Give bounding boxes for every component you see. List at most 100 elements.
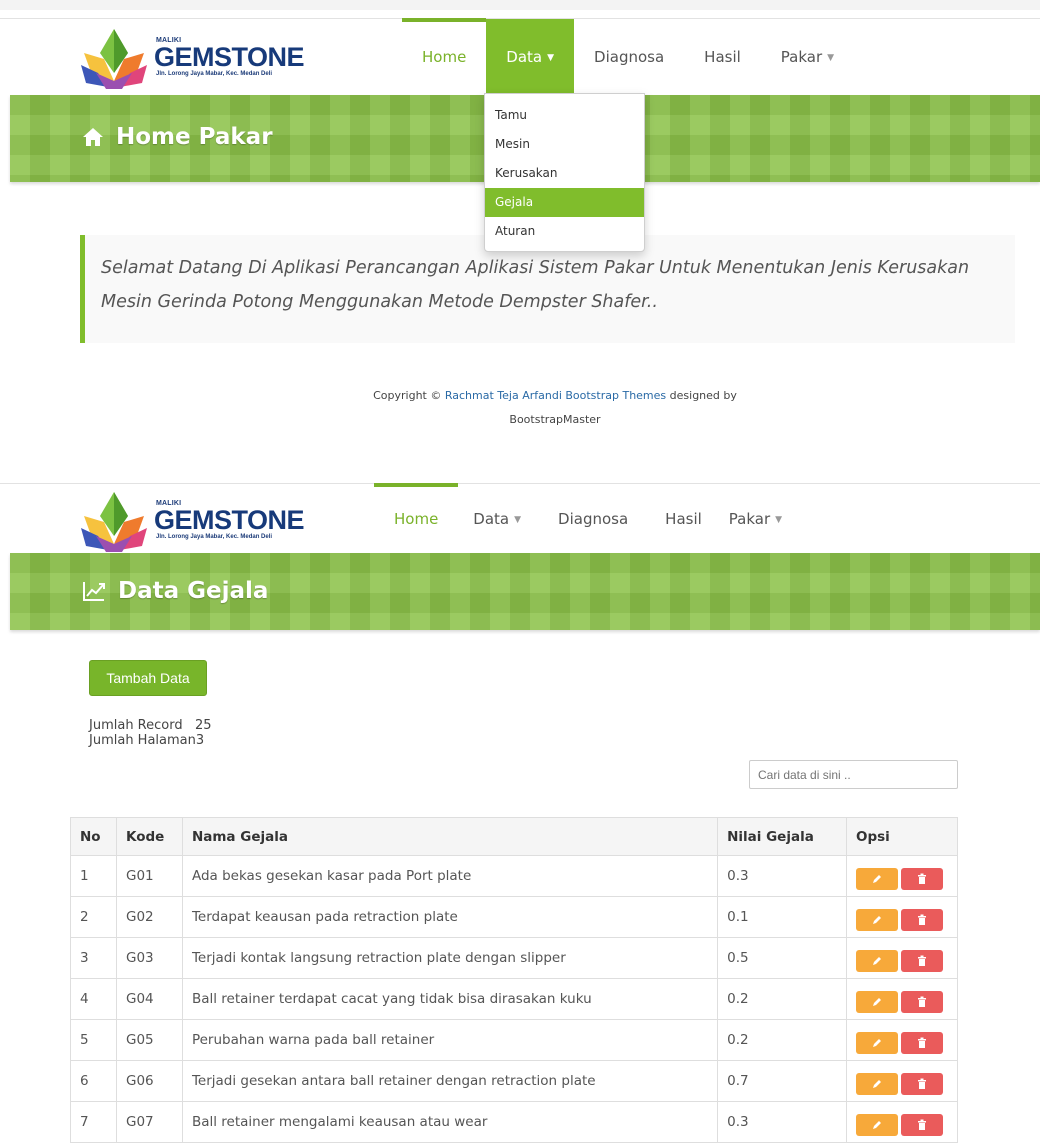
pencil-icon	[872, 957, 881, 965]
add-data-button[interactable]: Tambah Data	[89, 660, 207, 696]
welcome-text: Selamat Datang Di Aplikasi Perancangan A…	[101, 258, 970, 312]
nav-pakar-label: Pakar	[780, 47, 823, 66]
nav-home[interactable]: Home	[374, 483, 459, 553]
cell-no: 5	[70, 1019, 117, 1061]
row-actions	[855, 1067, 948, 1095]
home-icon	[83, 128, 103, 146]
trash-icon	[917, 1119, 926, 1130]
edit-button[interactable]	[855, 868, 898, 890]
edit-button[interactable]	[855, 991, 898, 1013]
cell-kode: G04	[115, 978, 183, 1020]
cell-opsi	[845, 1101, 959, 1143]
page-title-text: Home Pakar	[116, 124, 273, 150]
nav-diagnosa-label: Diagnosa	[558, 509, 629, 528]
cell-nilai: 0.1	[717, 896, 847, 938]
delete-button[interactable]	[900, 950, 943, 972]
cell-opsi	[845, 855, 959, 897]
nav-pakar[interactable]: Pakar ▼	[717, 484, 794, 553]
copyright-link[interactable]: Rachmat Teja Arfandi Bootstrap Themes	[445, 389, 666, 402]
edit-button[interactable]	[855, 1073, 898, 1095]
page-count-label: Jumlah Halaman	[89, 733, 196, 748]
caret-down-icon: ▼	[775, 514, 783, 525]
edit-button[interactable]	[855, 950, 898, 972]
cell-nama: Terjadi kontak langsung retraction plate…	[181, 937, 719, 979]
page-banner-data: Data Gejala	[10, 553, 1040, 630]
delete-button[interactable]	[900, 868, 943, 890]
cell-nama: Perubahan warna pada ball retainer	[181, 1019, 719, 1061]
pencil-icon	[872, 1039, 881, 1047]
nav-home-label: Home	[394, 509, 439, 528]
dropdown-item-kerusakan[interactable]: Kerusakan	[485, 159, 644, 188]
table-header-row: No Kode Nama Gejala Nilai Gejala Opsi	[70, 817, 959, 856]
brand-name: GEMSTONE	[154, 505, 305, 535]
nav-hasil-label: Hasil	[704, 47, 741, 66]
edit-button[interactable]	[855, 1032, 898, 1054]
cell-kode: G02	[115, 896, 183, 938]
table-row: 3 G03 Terjadi kontak langsung retraction p…	[70, 937, 959, 979]
brand-address: Jln. Lorong Jaya Mabar, Kec. Medan Deli	[156, 71, 273, 77]
nav-hasil[interactable]: Hasil	[684, 19, 761, 94]
footer-copyright: Copyright © Rachmat Teja Arfandi Bootstr…	[350, 384, 760, 432]
delete-button[interactable]	[900, 1073, 943, 1095]
cell-nama: Ada bekas gesekan kasar pada Port plate	[181, 855, 719, 897]
nav-home-label: Home	[422, 47, 467, 66]
cell-no: 3	[70, 937, 117, 979]
nav-pakar[interactable]: Pakar ▼	[761, 19, 854, 94]
pencil-icon	[872, 916, 881, 924]
navbar-data-page: MALIKI GEMSTONE Jln. Lorong Jaya Mabar, …	[0, 483, 1040, 553]
col-header-nama: Nama Gejala	[181, 817, 719, 856]
cell-nama: Ball retainer terdapat cacat yang tidak …	[181, 978, 719, 1020]
page-title: Home Pakar	[82, 124, 273, 150]
nav-data[interactable]: Data ▼	[486, 19, 575, 94]
brand-logo[interactable]: MALIKI GEMSTONE Jln. Lorong Jaya Mabar, …	[78, 486, 308, 554]
brand-address: Jln. Lorong Jaya Mabar, Kec. Medan Deli	[156, 534, 273, 540]
delete-button[interactable]	[900, 909, 943, 931]
nav-data[interactable]: Data ▼	[458, 484, 536, 553]
cell-nilai: 0.2	[717, 978, 847, 1020]
cell-nilai: 0.7	[717, 1060, 847, 1102]
page-count-value: 3	[195, 733, 205, 748]
trash-icon	[917, 914, 926, 925]
data-dropdown-menu: Tamu Mesin Kerusakan Gejala Aturan	[484, 93, 645, 252]
table-row: 2 G02 Terdapat keausan pada retraction pla…	[70, 896, 959, 938]
search-input[interactable]	[749, 760, 958, 789]
nav-data-label: Data	[506, 47, 543, 66]
nav-diagnosa[interactable]: Diagnosa	[536, 484, 650, 553]
delete-button[interactable]	[900, 991, 943, 1013]
nav-hasil-label: Hasil	[665, 509, 702, 528]
cell-nama: Ball retainer mengalami keausan atau wea…	[181, 1101, 719, 1143]
nav-diagnosa[interactable]: Diagnosa	[574, 19, 684, 94]
dropdown-item-mesin[interactable]: Mesin	[485, 130, 644, 159]
cell-nilai: 0.5	[717, 937, 847, 979]
table-row: 6 G06 Terjadi gesekan antara ball retainer…	[70, 1060, 959, 1102]
cell-nama: Terjadi gesekan antara ball retainer den…	[181, 1060, 719, 1102]
nav-hasil[interactable]: Hasil	[650, 484, 717, 553]
nav-home[interactable]: Home	[402, 18, 487, 94]
gejala-table: No Kode Nama Gejala Nilai Gejala Opsi 1G…	[70, 817, 959, 1143]
cell-kode: G07	[115, 1101, 183, 1143]
brand-logo[interactable]: MALIKI GEMSTONE Jln. Lorong Jaya Mabar, …	[78, 23, 308, 91]
cell-no: 7	[70, 1101, 117, 1143]
col-header-opsi: Opsi	[845, 817, 959, 856]
delete-button[interactable]	[900, 1032, 943, 1054]
row-actions	[855, 862, 948, 890]
record-label: Jumlah Record	[89, 718, 183, 733]
cell-kode: G03	[115, 937, 183, 979]
row-actions	[855, 1026, 948, 1054]
dropdown-item-tamu[interactable]: Tamu	[485, 101, 644, 130]
record-value: 25	[195, 718, 212, 733]
gem-logo-icon	[81, 29, 147, 89]
dropdown-item-aturan[interactable]: Aturan	[485, 217, 644, 246]
caret-down-icon: ▼	[827, 52, 835, 63]
col-header-kode: Kode	[115, 817, 183, 856]
cell-kode: G01	[115, 855, 183, 897]
pencil-icon	[872, 1080, 881, 1088]
cell-no: 4	[70, 978, 117, 1020]
cell-kode: G05	[115, 1019, 183, 1061]
dropdown-item-gejala[interactable]: Gejala	[485, 188, 644, 217]
cell-kode: G06	[115, 1060, 183, 1102]
copyright-suffix: designed by	[669, 389, 737, 402]
cell-nilai: 0.3	[717, 855, 847, 897]
edit-button[interactable]	[855, 909, 898, 931]
trash-icon	[917, 873, 926, 884]
